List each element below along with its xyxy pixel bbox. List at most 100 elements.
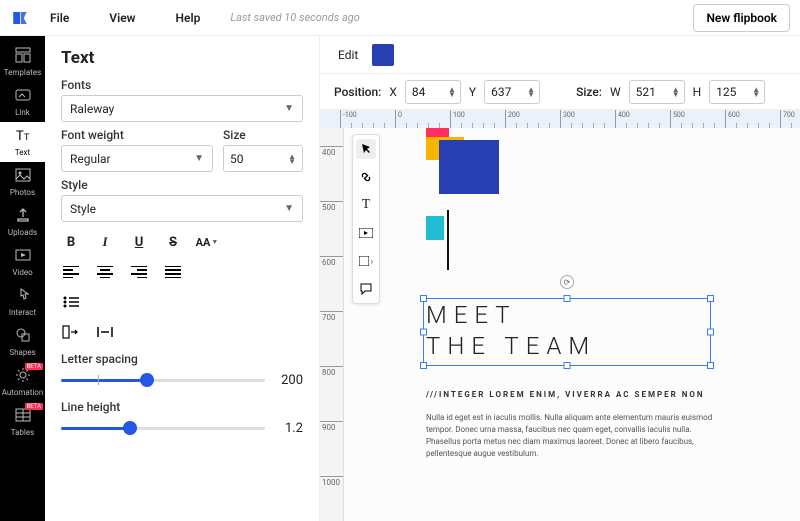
text-indent-icon[interactable]: [61, 322, 81, 342]
rail-label: Uploads: [8, 228, 37, 237]
edit-button[interactable]: Edit: [338, 48, 358, 62]
shapes-icon: [15, 327, 31, 345]
artwork-shape[interactable]: [439, 140, 499, 194]
top-bar: File View Help Last saved 10 seconds ago…: [0, 0, 800, 36]
chevron-down-icon: ▼: [194, 153, 204, 164]
size-h-input[interactable]: 125▲▼: [709, 80, 765, 104]
templates-icon: [15, 47, 31, 65]
align-right-icon[interactable]: [129, 262, 149, 282]
letter-spacing-slider[interactable]: [61, 370, 265, 390]
line-height-slider[interactable]: [61, 418, 265, 438]
canvas[interactable]: T › ⟳ MEETTHE TEAM ///INTEGER LOREM E: [344, 128, 800, 521]
rail-label: Link: [15, 108, 30, 117]
align-left-icon[interactable]: [61, 262, 81, 282]
chevron-down-icon: ▼: [284, 203, 294, 214]
size-label: Size:: [576, 85, 602, 99]
letter-spacing-label: Letter spacing: [61, 352, 303, 366]
floating-toolbar: T ›: [352, 134, 380, 304]
case-button[interactable]: AA▼: [197, 232, 217, 252]
svg-text:T: T: [16, 129, 24, 143]
weight-select[interactable]: Regular▼: [61, 145, 213, 172]
link-tool-icon[interactable]: [356, 167, 376, 187]
align-justify-icon[interactable]: [163, 262, 183, 282]
size-label: Size: [223, 128, 303, 142]
video-tool-icon[interactable]: [356, 223, 376, 243]
h-label: H: [693, 85, 702, 99]
subhead-text[interactable]: ///INTEGER LOREM ENIM, VIVERRA AC SEMPER…: [426, 390, 705, 399]
size-input[interactable]: 50▲▼: [223, 145, 303, 172]
align-row: [61, 262, 303, 282]
photos-icon: [15, 167, 31, 185]
menu-view[interactable]: View: [109, 11, 135, 25]
resize-handle[interactable]: [564, 362, 571, 369]
artwork-shape[interactable]: [447, 210, 449, 270]
shape-tool-icon[interactable]: ›: [356, 251, 376, 271]
new-flipbook-button[interactable]: New flipbook: [693, 4, 790, 32]
rail-shapes[interactable]: Shapes: [0, 322, 45, 362]
rail-link[interactable]: Link: [0, 82, 45, 122]
headline-text[interactable]: MEETTHE TEAM: [426, 300, 596, 362]
artwork-shape[interactable]: [426, 216, 444, 240]
cursor-tool-icon[interactable]: [356, 139, 376, 159]
video-icon: [15, 247, 31, 265]
rail-automation[interactable]: BETAAutomation: [0, 362, 45, 402]
position-label: Position:: [334, 85, 381, 99]
svg-text:T: T: [24, 133, 30, 143]
resize-handle[interactable]: [420, 362, 427, 369]
underline-button[interactable]: U: [129, 232, 149, 252]
left-rail: Templates Link TT Text Photos Uploads Video Int…: [0, 36, 45, 521]
position-bar: Position: X 84▲▼ Y 637▲▼ Size: W 521▲▼ H…: [320, 74, 800, 110]
rail-video[interactable]: Video: [0, 242, 45, 282]
text-panel: Text Fonts Raleway▼ Font weight Regular▼…: [45, 36, 320, 521]
panel-title: Text: [61, 48, 303, 68]
rail-uploads[interactable]: Uploads: [0, 202, 45, 242]
rotate-handle-icon[interactable]: ⟳: [560, 275, 574, 289]
rail-label: Photos: [10, 188, 35, 197]
w-label: W: [610, 85, 621, 99]
rail-label: Video: [12, 268, 32, 277]
size-w-input[interactable]: 521▲▼: [629, 80, 685, 104]
line-height-label: Line height: [61, 400, 303, 414]
rail-label: Text: [15, 148, 30, 157]
weight-label: Font weight: [61, 128, 213, 142]
italic-button[interactable]: I: [95, 232, 115, 252]
uploads-icon: [15, 207, 31, 225]
edit-bar: Edit: [320, 36, 800, 74]
style-select[interactable]: Style▼: [61, 195, 303, 222]
resize-handle[interactable]: [707, 329, 714, 336]
color-swatch[interactable]: [372, 44, 394, 66]
rail-photos[interactable]: Photos: [0, 162, 45, 202]
canvas-area: Edit Position: X 84▲▼ Y 637▲▼ Size: W 52…: [320, 36, 800, 521]
resize-handle[interactable]: [707, 362, 714, 369]
text-tool-icon[interactable]: T: [356, 195, 376, 215]
main-menu: File View Help: [50, 11, 200, 25]
menu-help[interactable]: Help: [176, 11, 201, 25]
strike-button[interactable]: S: [163, 232, 183, 252]
rail-label: Automation: [2, 388, 44, 397]
comment-tool-icon[interactable]: [356, 279, 376, 299]
x-label: X: [389, 85, 397, 99]
align-center-icon[interactable]: [95, 262, 115, 282]
rail-templates[interactable]: Templates: [0, 42, 45, 82]
interact-icon: [15, 287, 31, 305]
save-status: Last saved 10 seconds ago: [230, 11, 359, 24]
fonts-label: Fonts: [61, 78, 303, 92]
body-text[interactable]: Nulla id eget est in iaculis mollis. Nul…: [426, 412, 726, 460]
resize-handle[interactable]: [707, 295, 714, 302]
spin-icon[interactable]: ▲▼: [288, 154, 296, 164]
line-height-value: 1.2: [273, 421, 303, 436]
ruler-horizontal: -1000100200300400500600700: [320, 110, 800, 128]
bold-button[interactable]: B: [61, 232, 81, 252]
menu-file[interactable]: File: [50, 11, 69, 25]
list-button[interactable]: [61, 292, 81, 312]
artwork-shape[interactable]: [426, 128, 449, 137]
text-spacing-icon[interactable]: [95, 322, 115, 342]
rail-tables[interactable]: BETATables: [0, 402, 45, 442]
ruler-vertical: 4005006007008009001000: [320, 128, 344, 521]
app-logo-icon: [10, 8, 30, 28]
font-select[interactable]: Raleway▼: [61, 95, 303, 122]
pos-y-input[interactable]: 637▲▼: [484, 80, 540, 104]
rail-text[interactable]: TT Text: [0, 122, 45, 162]
pos-x-input[interactable]: 84▲▼: [405, 80, 461, 104]
rail-interact[interactable]: Interact: [0, 282, 45, 322]
